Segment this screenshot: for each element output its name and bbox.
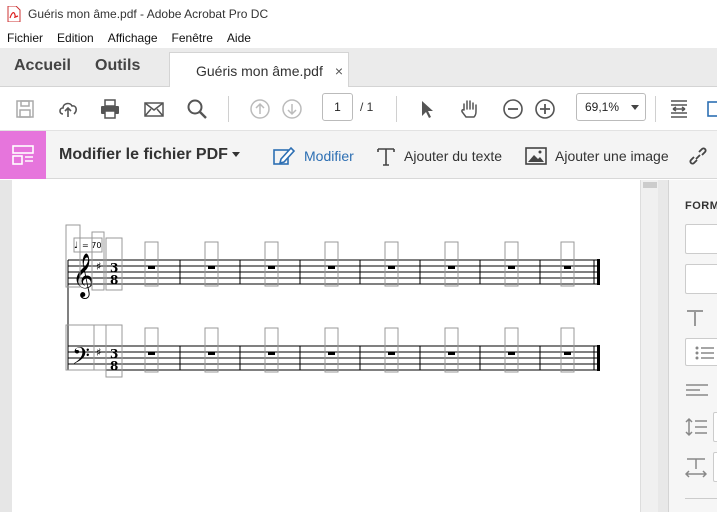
svg-text:8: 8 xyxy=(110,273,118,287)
tab-document-label: Guéris mon âme.pdf xyxy=(196,62,323,79)
tabs-row: Accueil Outils Guéris mon âme.pdf × xyxy=(0,48,717,88)
chevron-down-icon xyxy=(631,105,639,110)
pdf-file-icon xyxy=(7,5,21,22)
toolbar-separator xyxy=(228,96,229,122)
menu-window[interactable]: Fenêtre xyxy=(172,31,213,45)
page-number-input[interactable]: 1 xyxy=(322,93,353,121)
svg-text:♯: ♯ xyxy=(96,260,101,273)
add-text-button[interactable]: Ajouter du texte xyxy=(376,145,502,167)
page-total: / 1 xyxy=(360,100,374,114)
tab-document[interactable]: Guéris mon âme.pdf × xyxy=(169,52,349,88)
window-title: Guéris mon âme.pdf - Adobe Acrobat Pro D… xyxy=(28,6,269,21)
toolbar-separator xyxy=(396,96,397,122)
upload-cloud-icon[interactable] xyxy=(55,96,81,122)
font-family-select[interactable] xyxy=(685,224,717,254)
text-icon xyxy=(377,148,395,166)
menu-file[interactable]: Fichier xyxy=(7,31,43,45)
page-up-icon[interactable] xyxy=(247,96,273,122)
document-area[interactable]: 𝄞 𝄢 ♯ ♯ 3 8 3 8 ♩ = 70 xyxy=(0,180,640,512)
chevron-down-icon xyxy=(231,152,240,158)
tab-home[interactable]: Accueil xyxy=(14,57,71,75)
svg-text:♩: ♩ xyxy=(74,241,78,251)
add-image-button[interactable]: Ajouter une image xyxy=(525,145,669,167)
page-down-icon[interactable] xyxy=(279,96,305,122)
zoom-select[interactable]: 69,1% xyxy=(576,93,646,121)
zoom-in-icon[interactable] xyxy=(532,96,558,122)
edit-pen-icon xyxy=(273,146,296,165)
add-image-label: Ajouter une image xyxy=(555,148,669,164)
scrollbar-thumb[interactable] xyxy=(643,182,657,188)
print-icon[interactable] xyxy=(97,96,123,122)
edit-pdf-dropdown[interactable]: Modifier le fichier PDF xyxy=(59,146,240,164)
zoom-value: 69,1% xyxy=(585,100,620,114)
close-tab-icon[interactable]: × xyxy=(335,63,343,79)
hand-icon[interactable] xyxy=(456,96,482,122)
char-spacing-input[interactable] xyxy=(713,452,717,482)
select-arrow-icon[interactable] xyxy=(414,96,440,122)
panel-divider xyxy=(685,498,717,499)
mail-icon[interactable] xyxy=(141,96,167,122)
edit-pdf-tool-icon[interactable] xyxy=(0,131,46,179)
save-icon[interactable] xyxy=(12,96,38,122)
svg-text:𝄞: 𝄞 xyxy=(72,253,94,299)
bullet-list-icon xyxy=(695,346,714,360)
char-spacing-icon[interactable] xyxy=(685,456,707,478)
tab-tools[interactable]: Outils xyxy=(95,57,140,75)
image-icon xyxy=(525,147,547,165)
line-spacing-input[interactable] xyxy=(713,412,717,442)
format-panel: FORMAT xyxy=(668,180,717,512)
list-style-select[interactable] xyxy=(685,338,717,366)
menu-bar: Fichier Edition Affichage Fenêtre Aide xyxy=(0,27,717,48)
modify-label: Modifier xyxy=(304,148,354,164)
align-left-icon[interactable] xyxy=(685,383,709,399)
svg-text:8: 8 xyxy=(110,359,118,373)
line-spacing-icon[interactable] xyxy=(685,416,707,438)
menu-help[interactable]: Aide xyxy=(227,31,251,45)
link-icon xyxy=(689,147,707,165)
panel-gap xyxy=(658,180,668,512)
menu-view[interactable]: Affichage xyxy=(108,31,158,45)
title-bar: Guéris mon âme.pdf - Adobe Acrobat Pro D… xyxy=(0,0,717,27)
format-header: FORMAT xyxy=(685,200,717,212)
svg-text:♯: ♯ xyxy=(96,346,101,359)
vertical-scrollbar[interactable] xyxy=(640,180,658,512)
font-size-select[interactable] xyxy=(685,264,717,294)
menu-edit[interactable]: Edition xyxy=(57,31,94,45)
pdf-page[interactable]: 𝄞 𝄢 ♯ ♯ 3 8 3 8 ♩ = 70 xyxy=(12,180,640,512)
music-score: 𝄞 𝄢 ♯ ♯ 3 8 3 8 ♩ = 70 xyxy=(65,224,600,378)
modify-button[interactable]: Modifier xyxy=(272,145,354,167)
edit-pdf-title: Modifier le fichier PDF xyxy=(59,146,228,163)
text-style-icon[interactable] xyxy=(685,308,705,328)
edit-pdf-bar: Modifier le fichier PDF Modifier Ajouter… xyxy=(0,131,717,179)
zoom-out-icon[interactable] xyxy=(500,96,526,122)
fit-page-icon[interactable] xyxy=(666,96,692,122)
read-mode-icon[interactable] xyxy=(704,96,717,122)
link-button[interactable] xyxy=(686,145,717,167)
search-icon[interactable] xyxy=(184,96,210,122)
toolbar-separator xyxy=(655,96,656,122)
add-text-label: Ajouter du texte xyxy=(404,148,503,164)
